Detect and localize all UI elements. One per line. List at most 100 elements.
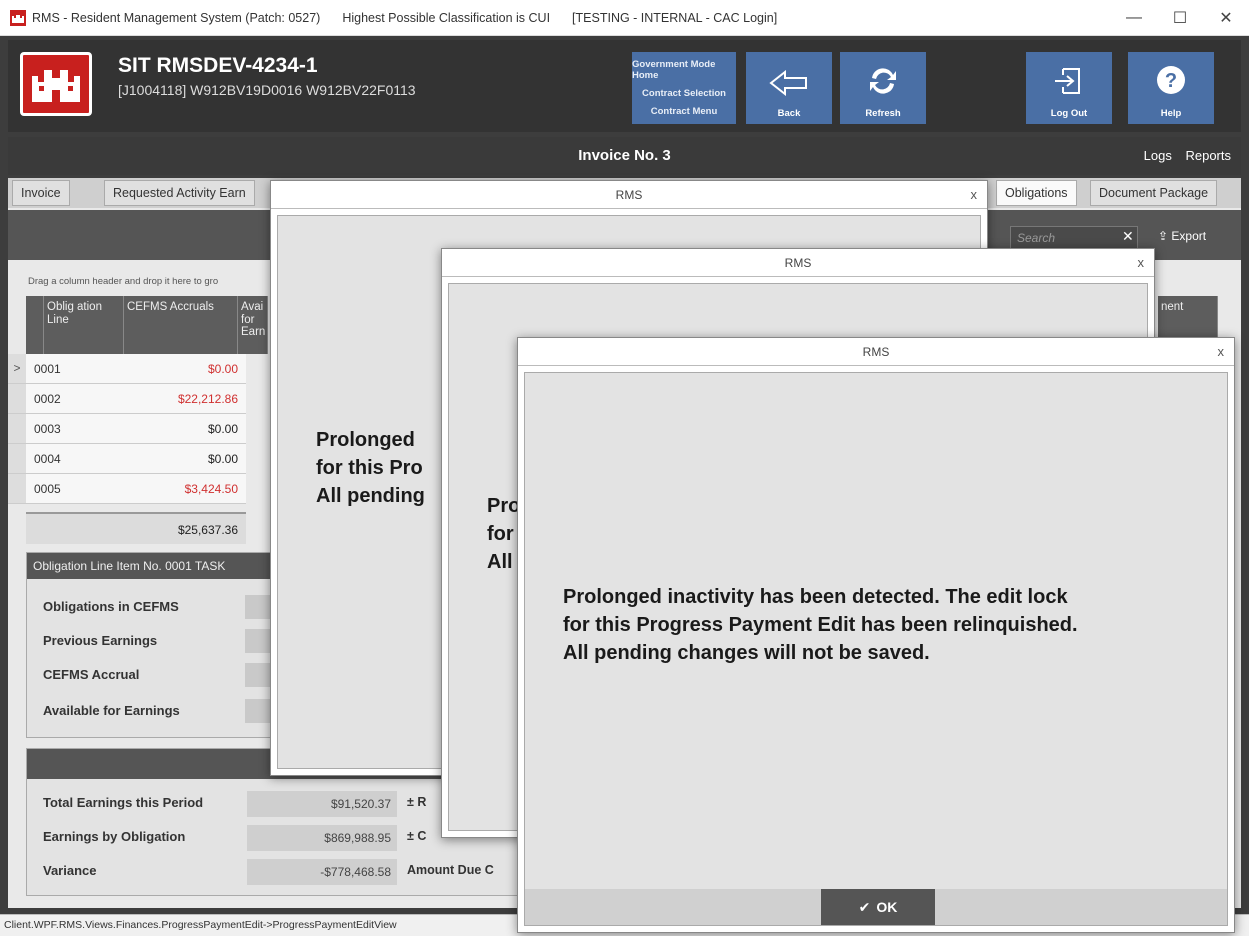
retainage-label: ± R (407, 795, 427, 809)
search-input[interactable]: Search (1010, 226, 1138, 250)
available-for-earnings-label: Available for Earnings (43, 703, 180, 718)
table-row[interactable]: > 0001 $0.00 (8, 354, 246, 384)
dialog-title-bar: RMS x (518, 338, 1234, 366)
dialog-title-bar: RMS x (271, 181, 987, 209)
accruals-total: $25,637.36 (177, 523, 238, 537)
message-line: All pending changes will not be saved. (563, 642, 930, 664)
col-obligation-line[interactable]: Oblig ation Line (44, 296, 124, 354)
castle-icon (32, 70, 80, 102)
classification-text: Highest Possible Classification is CUI (342, 10, 551, 25)
maximize-icon[interactable]: ☐ (1157, 0, 1203, 36)
message-line: Prolonged (316, 429, 415, 451)
dialog-title: RMS (615, 188, 643, 202)
obligation-line-cell: 0005 (34, 482, 61, 496)
dialog-title: RMS (862, 345, 890, 359)
ok-label: OK (876, 899, 898, 915)
export-button[interactable]: ⇪ Export (1158, 229, 1206, 243)
tab-obligations[interactable]: Obligations (996, 180, 1077, 206)
row-selected-icon: > (8, 354, 26, 384)
castle-logo (20, 52, 92, 116)
variance-value: -$778,468.58 (247, 859, 397, 885)
dialog-close-icon[interactable]: x (1138, 249, 1145, 277)
amount-due-label: Amount Due C (407, 863, 494, 877)
window-title: RMS - Resident Management System (Patch:… (32, 10, 321, 25)
app-header: SIT RMSDEV-4234-1 [J1004118] W912BV19D00… (8, 40, 1241, 132)
total-earnings-label: Total Earnings this Period (43, 795, 204, 810)
deduction-label: ± C (407, 829, 427, 843)
back-arrow-icon (769, 70, 807, 96)
row-selector (8, 414, 26, 444)
dialog-body: Prolonged inactivity has been detected. … (524, 372, 1228, 926)
message-line: for this Pro (316, 457, 423, 479)
checkmark-icon: ✔ (858, 898, 871, 915)
col-available-earnings[interactable]: Avai for Earn (238, 296, 268, 354)
cefms-accrual-cell: $0.00 (207, 362, 238, 376)
earnings-by-obligation-label: Earnings by Obligation (43, 829, 186, 844)
cefms-accrual-label: CEFMS Accrual (43, 667, 140, 682)
back-label: Back (777, 108, 801, 119)
refresh-label: Refresh (865, 108, 901, 119)
logout-icon (1055, 68, 1080, 94)
table-row[interactable]: 0002 $22,212.86 (8, 384, 246, 414)
timeout-dialog-3: RMS x Prolonged inactivity has been dete… (517, 337, 1235, 933)
obligation-line-cell: 0001 (34, 362, 61, 376)
grid-totals-row: $25,637.36 (26, 512, 246, 544)
clear-search-icon[interactable]: ✕ (1122, 228, 1134, 245)
help-icon: ? (1157, 66, 1185, 94)
contract-menu-link[interactable]: Contract Menu (651, 106, 718, 117)
tab-document-package[interactable]: Document Package (1090, 180, 1218, 206)
dialog-footer: ✔ OK (525, 889, 1227, 925)
group-hint: Drag a column header and drop it here to… (28, 276, 219, 287)
row-selector (8, 384, 26, 414)
back-button[interactable]: Back (746, 52, 832, 124)
variance-label: Variance (43, 863, 97, 878)
cefms-accrual-cell: $22,212.86 (177, 392, 238, 406)
dialog-message: Pro for All (487, 492, 520, 576)
dialog-close-icon[interactable]: x (971, 181, 978, 209)
project-subtitle: [J1004118] W912BV19D0016 W912BV22F0113 (118, 82, 416, 98)
obligation-line-cell: 0004 (34, 452, 61, 466)
castle-app-icon (10, 9, 26, 26)
message-line: Prolonged inactivity has been detected. … (563, 586, 1068, 608)
project-title: SIT RMSDEV-4234-1 (118, 54, 318, 77)
col-cefms-accruals[interactable]: CEFMS Accruals (124, 296, 238, 354)
page-title: Invoice No. 3 (578, 147, 671, 164)
row-selector-header (26, 296, 44, 354)
help-button[interactable]: ? Help (1128, 52, 1214, 124)
export-icon: ⇪ (1158, 229, 1169, 243)
tab-invoice[interactable]: Invoice (12, 180, 70, 206)
minimize-icon[interactable]: — (1111, 0, 1157, 36)
dialog-close-icon[interactable]: x (1218, 338, 1225, 366)
dialog-message: Prolonged inactivity has been detected. … (563, 583, 1078, 667)
table-row[interactable]: 0004 $0.00 (8, 444, 246, 474)
contract-selection-link[interactable]: Contract Selection (642, 88, 726, 99)
logout-button[interactable]: Log Out (1026, 52, 1112, 124)
svg-text:?: ? (1165, 70, 1177, 92)
table-row[interactable]: 0005 $3,424.50 (8, 474, 246, 504)
cefms-accrual-cell: $3,424.50 (184, 482, 238, 496)
logs-link[interactable]: Logs (1144, 148, 1172, 163)
message-line: for this Progress Payment Edit has been … (563, 614, 1078, 636)
login-mode-text: [TESTING - INTERNAL - CAC Login] (572, 10, 778, 25)
close-icon[interactable]: ✕ (1203, 0, 1249, 36)
dialog-title-bar: RMS x (442, 249, 1154, 277)
obligation-line-cell: 0002 (34, 392, 61, 406)
message-line: All pending (316, 485, 425, 507)
export-label: Export (1171, 229, 1207, 243)
dialog-title: RMS (784, 256, 812, 270)
gov-mode-home-link[interactable]: Government Mode Home (632, 59, 736, 81)
row-selector (8, 444, 26, 474)
refresh-button[interactable]: Refresh (840, 52, 926, 124)
tab-requested-activity[interactable]: Requested Activity Earn (104, 180, 255, 206)
help-label: Help (1160, 108, 1182, 119)
ok-button[interactable]: ✔ OK (821, 889, 935, 925)
earnings-by-obligation-value: $869,988.95 (247, 825, 397, 851)
cefms-accrual-cell: $0.00 (207, 452, 238, 466)
reports-link[interactable]: Reports (1185, 148, 1231, 163)
message-line: All (487, 551, 513, 573)
table-row[interactable]: 0003 $0.00 (8, 414, 246, 444)
obligation-line-cell: 0003 (34, 422, 61, 436)
obligations-in-cefms-label: Obligations in CEFMS (43, 599, 179, 614)
cefms-accrual-cell: $0.00 (207, 422, 238, 436)
dialog-message: Prolonged for this Pro All pending (316, 426, 425, 510)
